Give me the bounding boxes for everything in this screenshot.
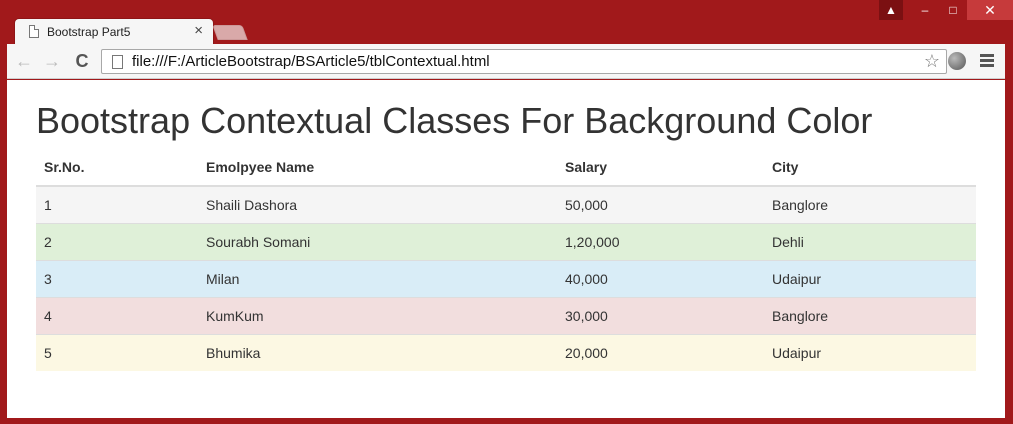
cell-employee-name: Shaili Dashora [198,185,557,223]
cell-salary: 20,000 [557,333,764,371]
table-row: 5 Bhumika 20,000 Udaipur [36,333,976,371]
document-icon [29,25,39,38]
table-row: 1 Shaili Dashora 50,000 Banglore [36,185,976,223]
cell-employee-name: Milan [198,259,557,297]
user-profile-icon[interactable]: ▲ [879,0,903,20]
maximize-button[interactable]: □ [939,0,967,20]
tab-title: Bootstrap Part5 [47,25,131,39]
cell-sr-no: 4 [36,296,198,334]
menu-hamburger-icon[interactable] [980,54,994,69]
cell-sr-no: 5 [36,333,198,371]
forward-arrow-icon[interactable]: → [41,50,63,72]
header-city: City [764,148,976,187]
close-window-button[interactable]: ✕ [967,0,1013,20]
table-row: 3 Milan 40,000 Udaipur [36,259,976,297]
cell-sr-no: 1 [36,185,198,223]
cell-salary: 30,000 [557,296,764,334]
cell-city: Udaipur [764,333,976,371]
employee-table: Sr.No. Emolpyee Name Salary City 1 Shail… [36,148,976,371]
reload-icon[interactable]: C [71,50,93,72]
cell-employee-name: Sourabh Somani [198,222,557,260]
cell-employee-name: KumKum [198,296,557,334]
header-salary: Salary [557,148,764,187]
cell-salary: 40,000 [557,259,764,297]
page-icon [112,55,123,69]
table-header-row: Sr.No. Emolpyee Name Salary City [36,148,976,187]
cell-salary: 50,000 [557,185,764,223]
cell-salary: 1,20,000 [557,222,764,260]
browser-toolbar: ← → C file:///F:/ArticleBootstrap/BSArti… [7,44,1005,79]
window-controls: ▲ – □ ✕ [879,0,1013,20]
cell-sr-no: 3 [36,259,198,297]
minimize-button[interactable]: – [911,0,939,20]
tab-close-icon[interactable]: × [194,22,203,40]
extension-globe-icon[interactable] [948,52,966,70]
cell-city: Banglore [764,296,976,334]
header-employee-name: Emolpyee Name [198,148,557,187]
window-titlebar: Bootstrap Part5 × ▲ – □ ✕ [0,0,1013,45]
cell-city: Dehli [764,222,976,260]
url-text[interactable]: file:///F:/ArticleBootstrap/BSArticle5/t… [132,53,490,70]
header-sr-no: Sr.No. [36,148,198,187]
cell-sr-no: 2 [36,222,198,260]
page-title: Bootstrap Contextual Classes For Backgro… [36,100,873,141]
table-row: 4 KumKum 30,000 Banglore [36,296,976,334]
new-tab-button[interactable] [212,25,248,40]
cell-city: Banglore [764,185,976,223]
page-content: Bootstrap Contextual Classes For Backgro… [7,80,1005,418]
browser-tab[interactable]: Bootstrap Part5 × [14,18,214,45]
cell-employee-name: Bhumika [198,333,557,371]
cell-city: Udaipur [764,259,976,297]
back-arrow-icon[interactable]: ← [13,50,35,72]
address-bar[interactable]: file:///F:/ArticleBootstrap/BSArticle5/t… [101,49,947,74]
bookmark-star-icon[interactable]: ☆ [924,50,940,73]
table-row: 2 Sourabh Somani 1,20,000 Dehli [36,222,976,260]
